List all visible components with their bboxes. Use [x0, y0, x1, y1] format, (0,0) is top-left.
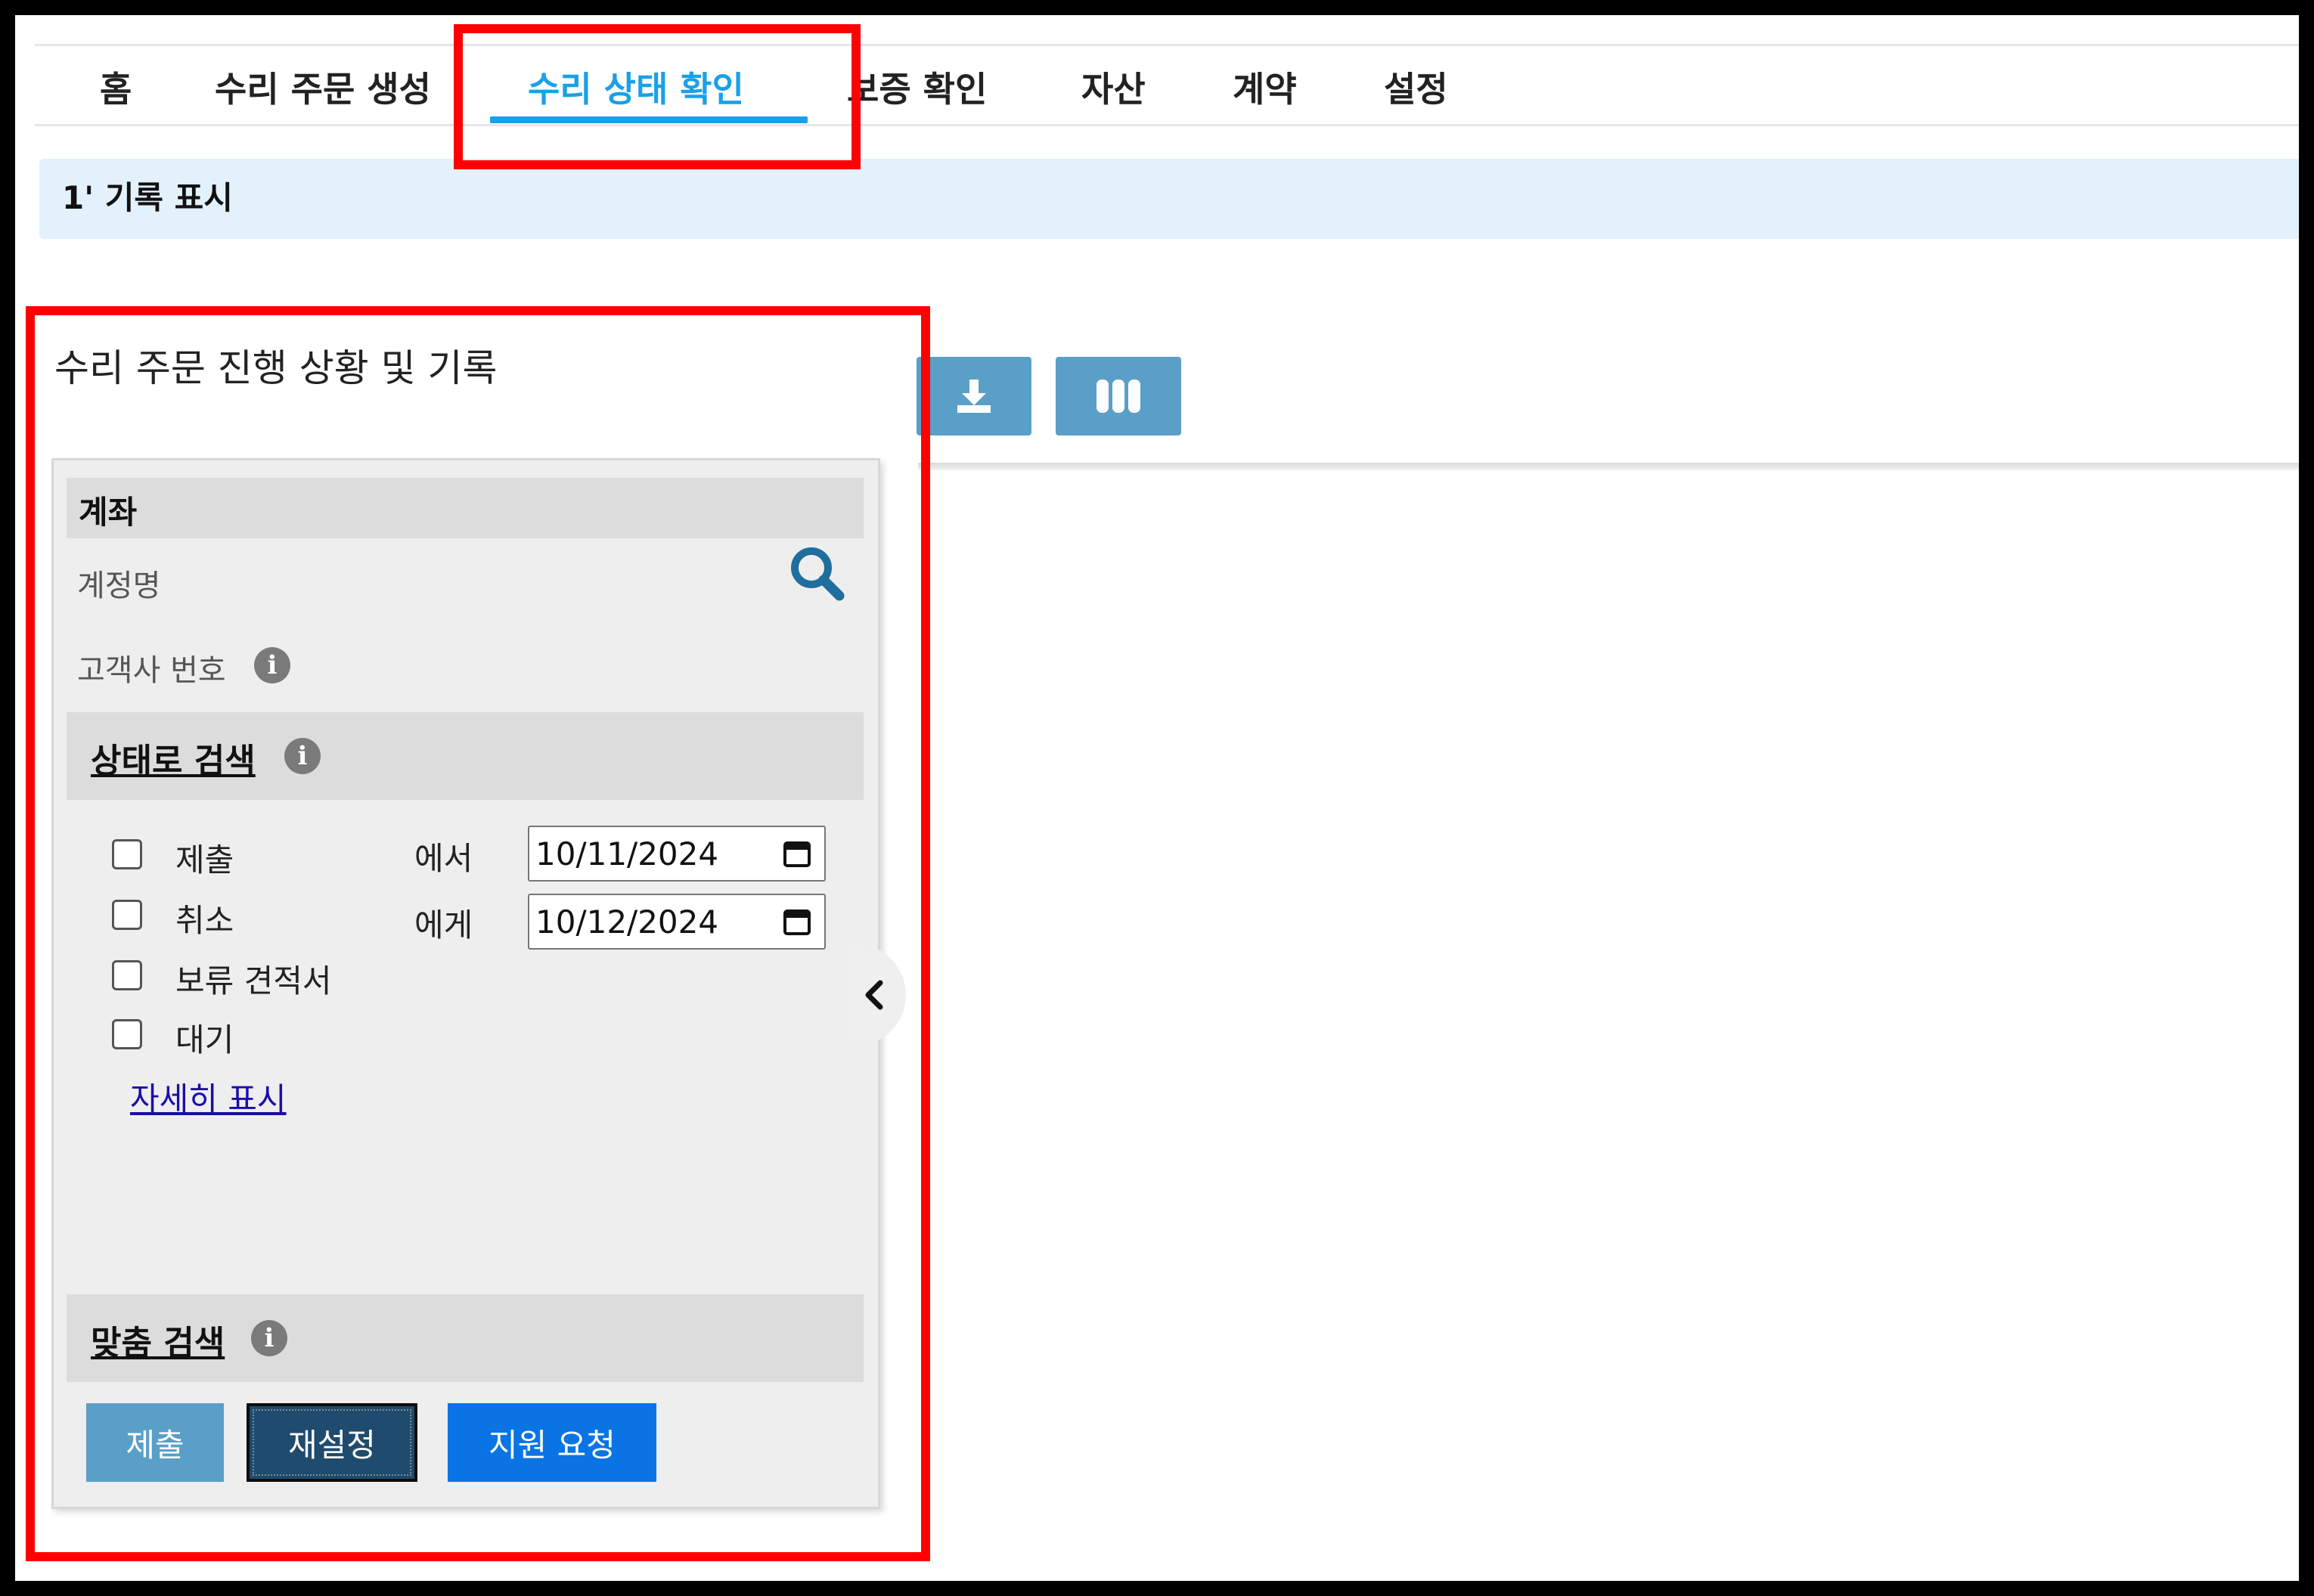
columns-button[interactable]	[1056, 357, 1181, 435]
tab-contracts[interactable]: 계약	[1233, 62, 1297, 116]
highlight-box-filter-panel	[26, 306, 930, 1561]
records-count-text: 1' 기록 표시	[62, 179, 233, 216]
toolbar-divider	[918, 463, 2299, 470]
highlight-box-active-tab	[454, 24, 861, 169]
tab-home[interactable]: 홈	[100, 62, 132, 116]
records-info-bar	[39, 159, 2299, 239]
tab-warranty-check[interactable]: 보증 확인	[847, 62, 987, 116]
application-window: 홈 수리 주문 생성 수리 상태 확인 보증 확인 자산 계약 설정 1' 기록…	[15, 15, 2299, 1581]
tab-settings[interactable]: 설정	[1384, 62, 1448, 116]
tabbar-top-border	[35, 44, 2299, 46]
download-icon	[957, 380, 991, 413]
download-button[interactable]	[917, 357, 1031, 435]
tab-create-repair-order[interactable]: 수리 주문 생성	[215, 62, 431, 116]
tab-assets[interactable]: 자산	[1081, 62, 1146, 116]
columns-icon	[1097, 380, 1140, 413]
tabbar-bottom-border	[35, 124, 2299, 126]
